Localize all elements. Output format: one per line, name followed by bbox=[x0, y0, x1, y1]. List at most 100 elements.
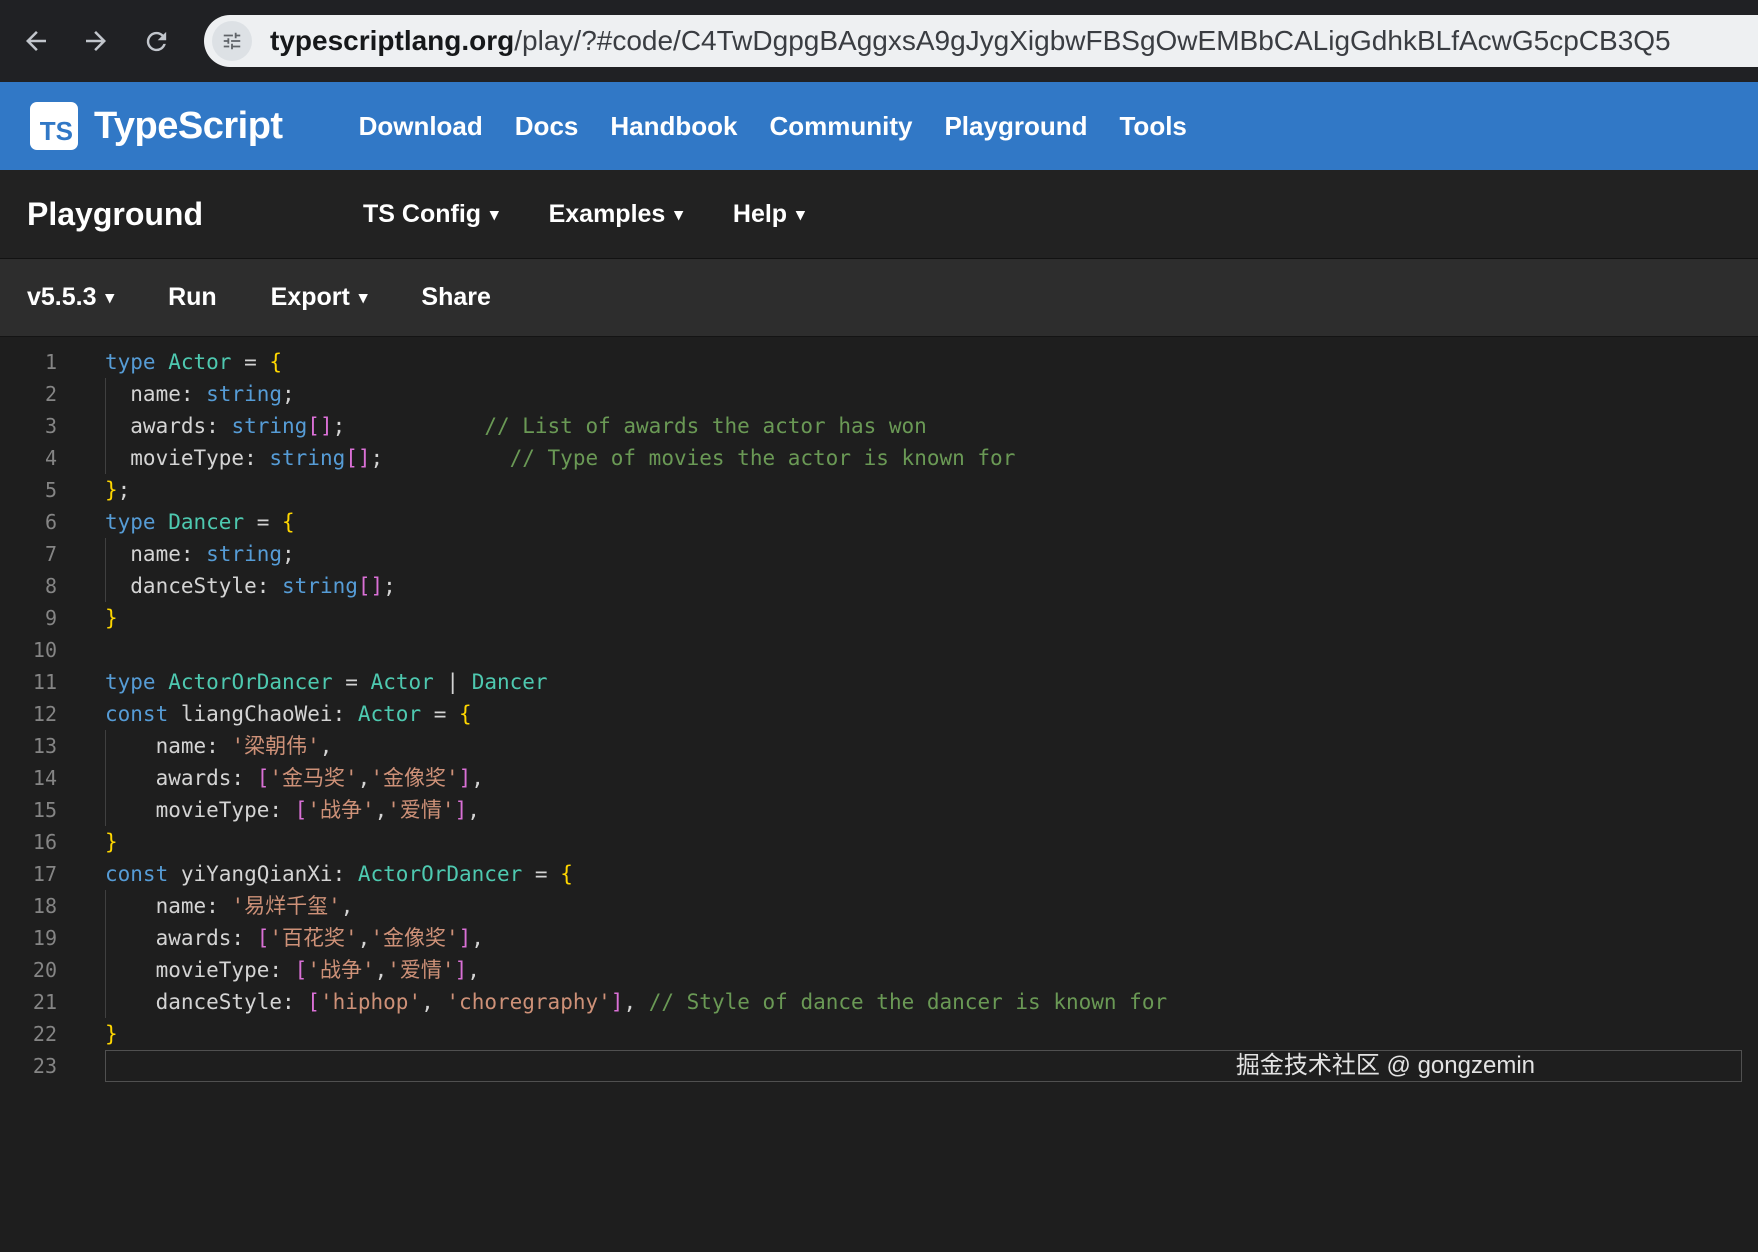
code-text: name: string; bbox=[105, 538, 1742, 570]
line-number: 9 bbox=[44, 606, 57, 630]
line-number: 5 bbox=[44, 478, 57, 502]
code-line-4[interactable]: 4 movieType: string[]; // Type of movies… bbox=[0, 442, 1758, 474]
code-text: } bbox=[105, 1022, 118, 1046]
playground-menus: TS Config ▾ Examples ▾ Help ▾ bbox=[363, 200, 805, 229]
code-text: movieType: string[]; // Type of movies t… bbox=[105, 442, 1742, 474]
code-line-12[interactable]: 12 const liangChaoWei: Actor = { bbox=[0, 698, 1758, 730]
code-line-7[interactable]: 7 name: string; bbox=[0, 538, 1758, 570]
line-number: 6 bbox=[44, 510, 57, 534]
line-number: 16 bbox=[32, 830, 57, 854]
line-number: 3 bbox=[44, 414, 57, 438]
code-text: movieType: ['战争','爱情'], bbox=[105, 794, 1742, 826]
back-button[interactable] bbox=[12, 17, 60, 65]
code-text: movieType: ['战争','爱情'], bbox=[105, 954, 1742, 986]
code-text: }; bbox=[105, 478, 131, 502]
toolbar-export[interactable]: Export ▾ bbox=[271, 283, 368, 312]
line-number: 21 bbox=[32, 990, 57, 1014]
url-domain: typescriptlang.org bbox=[270, 25, 515, 56]
code-line-20[interactable]: 20 movieType: ['战争','爱情'], bbox=[0, 954, 1758, 986]
url-bar[interactable]: typescriptlang.org/play/?#code/C4TwDgpgB… bbox=[204, 15, 1758, 67]
code-line-19[interactable]: 19 awards: ['百花奖','金像奖'], bbox=[0, 922, 1758, 954]
nav-item-handbook[interactable]: Handbook bbox=[610, 111, 737, 142]
code-line-11[interactable]: 11 type ActorOrDancer = Actor | Dancer bbox=[0, 666, 1758, 698]
code-line-2[interactable]: 2 name: string; bbox=[0, 378, 1758, 410]
nav-item-tools[interactable]: Tools bbox=[1119, 111, 1186, 142]
reload-icon bbox=[146, 31, 166, 51]
code-line-15[interactable]: 15 movieType: ['战争','爱情'], bbox=[0, 794, 1758, 826]
code-line-3[interactable]: 3 awards: string[]; // List of awards th… bbox=[0, 410, 1758, 442]
code-line-17[interactable]: 17 const yiYangQianXi: ActorOrDancer = { bbox=[0, 858, 1758, 890]
code-line-21[interactable]: 21 danceStyle: ['hiphop', 'choregraphy']… bbox=[0, 986, 1758, 1018]
code-text: name: string; bbox=[105, 378, 1742, 410]
nav-item-download[interactable]: Download bbox=[359, 111, 483, 142]
header-nav: Download Docs Handbook Community Playground T… bbox=[359, 111, 1187, 142]
line-number: 22 bbox=[32, 1022, 57, 1046]
line-number: 19 bbox=[32, 926, 57, 950]
menu-ts-config[interactable]: TS Config ▾ bbox=[363, 200, 499, 229]
code-line-16[interactable]: 16} bbox=[0, 826, 1758, 858]
code-line-13[interactable]: 13 name: '梁朝伟', bbox=[0, 730, 1758, 762]
back-arrow-icon bbox=[26, 31, 46, 51]
code-text: danceStyle: ['hiphop', 'choregraphy'], /… bbox=[105, 986, 1742, 1018]
chevron-down-icon: ▾ bbox=[796, 204, 805, 224]
line-number: 15 bbox=[32, 798, 57, 822]
playground-bar: Playground TS Config ▾ Examples ▾ Help ▾ bbox=[0, 170, 1758, 258]
code-editor[interactable]: 1 type Actor = {2 name: string; 3 awards: … bbox=[0, 336, 1758, 1252]
toolbar-v5-5-3[interactable]: v5.5.3 ▾ bbox=[27, 283, 114, 312]
code-text: name: '易烊千玺', bbox=[105, 890, 1742, 922]
menu-help[interactable]: Help ▾ bbox=[733, 200, 805, 229]
page-title: Playground bbox=[27, 195, 204, 232]
code-line-22[interactable]: 22} bbox=[0, 1018, 1758, 1050]
code-lines: 1 type Actor = {2 name: string; 3 awards: … bbox=[0, 346, 1758, 1082]
line-number: 23 bbox=[32, 1054, 57, 1078]
code-text: } bbox=[105, 606, 118, 630]
chevron-down-icon: ▾ bbox=[490, 204, 499, 224]
url-path: /play/?#code/C4TwDgpgBAggxsA9gJygXigbwFB… bbox=[514, 25, 1671, 56]
line-number: 10 bbox=[32, 638, 57, 662]
forward-button[interactable] bbox=[72, 17, 120, 65]
site-info-button[interactable] bbox=[212, 21, 252, 61]
reload-button[interactable] bbox=[132, 17, 180, 65]
code-line-18[interactable]: 18 name: '易烊千玺', bbox=[0, 890, 1758, 922]
watermark: 掘金技术社区 @ gongzemin bbox=[1235, 1052, 1535, 1079]
line-number: 8 bbox=[44, 574, 57, 598]
code-text: type ActorOrDancer = Actor | Dancer bbox=[105, 670, 548, 694]
code-text: const liangChaoWei: Actor = { bbox=[105, 702, 472, 726]
code-text: type Actor = { bbox=[105, 350, 283, 374]
menu-examples[interactable]: Examples ▾ bbox=[549, 200, 683, 229]
code-line-10[interactable]: 10 bbox=[0, 634, 1758, 666]
chevron-down-icon: ▾ bbox=[105, 288, 115, 307]
nav-item-community[interactable]: Community bbox=[769, 111, 912, 142]
site-header: TS TypeScript Download Docs Handbook Commun… bbox=[0, 82, 1758, 170]
line-number: 2 bbox=[44, 382, 57, 406]
line-number: 13 bbox=[32, 734, 57, 758]
code-line-14[interactable]: 14 awards: ['金马奖','金像奖'], bbox=[0, 762, 1758, 794]
forward-arrow-icon bbox=[86, 31, 106, 51]
chevron-down-icon: ▾ bbox=[674, 204, 683, 224]
line-number: 12 bbox=[32, 702, 57, 726]
code-text: awards: ['金马奖','金像奖'], bbox=[105, 762, 1742, 794]
code-line-8[interactable]: 8 danceStyle: string[]; bbox=[0, 570, 1758, 602]
browser-toolbar: typescriptlang.org/play/?#code/C4TwDgpgB… bbox=[0, 0, 1758, 82]
nav-item-docs[interactable]: Docs bbox=[515, 111, 579, 142]
editor-toolbar: v5.5.3 ▾ Run Export ▾ Share bbox=[0, 258, 1758, 336]
line-number: 1 bbox=[44, 350, 57, 374]
toolbar-run[interactable]: Run bbox=[168, 283, 217, 312]
nav-item-playground[interactable]: Playground bbox=[944, 111, 1087, 142]
tune-icon bbox=[223, 32, 241, 50]
code-line-1[interactable]: 1 type Actor = { bbox=[0, 346, 1758, 378]
url-text: typescriptlang.org/play/?#code/C4TwDgpgB… bbox=[270, 25, 1671, 57]
code-line-9[interactable]: 9} bbox=[0, 602, 1758, 634]
site-title[interactable]: TypeScript bbox=[94, 105, 283, 148]
code-line-5[interactable]: 5}; bbox=[0, 474, 1758, 506]
code-text: name: '梁朝伟', bbox=[105, 730, 1742, 762]
code-text: const yiYangQianXi: ActorOrDancer = { bbox=[105, 862, 573, 886]
code-text: awards: ['百花奖','金像奖'], bbox=[105, 922, 1742, 954]
line-number: 17 bbox=[32, 862, 57, 886]
code-line-6[interactable]: 6 type Dancer = { bbox=[0, 506, 1758, 538]
code-text: danceStyle: string[]; bbox=[105, 570, 1742, 602]
line-number: 18 bbox=[32, 894, 57, 918]
typescript-logo[interactable]: TS bbox=[30, 102, 78, 150]
toolbar-share[interactable]: Share bbox=[421, 283, 490, 312]
